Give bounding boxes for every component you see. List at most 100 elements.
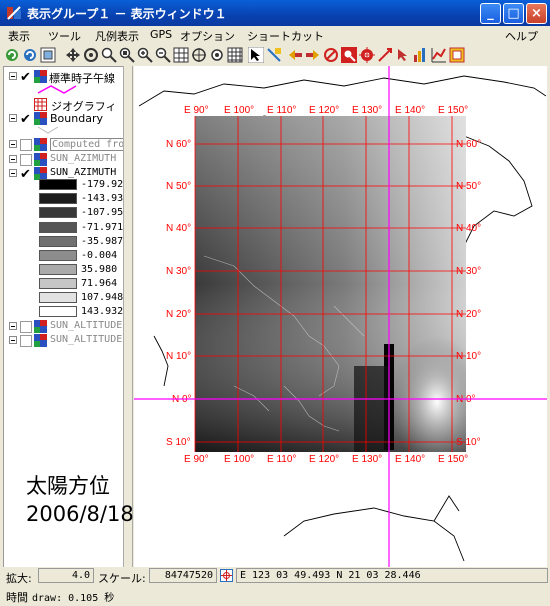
next-view-icon[interactable] <box>305 47 321 63</box>
overlay-datetime: 2006/8/18 <box>26 502 134 526</box>
check-icon[interactable]: ✔ <box>20 112 31 127</box>
zoom-out-icon[interactable] <box>155 47 171 63</box>
scale-value: 84747520 <box>149 568 217 583</box>
expand-icon[interactable] <box>9 140 17 148</box>
target-icon[interactable] <box>191 47 207 63</box>
geography-grid-icon <box>34 98 47 111</box>
layer-item[interactable]: Computed from <box>4 137 123 152</box>
coordinate-readout: E 123 03 49.493 N 21 03 28.446 <box>236 568 548 583</box>
pane-splitter[interactable] <box>123 66 133 567</box>
legend-value: -143.939 <box>81 193 124 204</box>
checkbox[interactable] <box>20 335 32 347</box>
lat-labels-left: N 60° N 50° N 40° N 30° N 20° N 10° N 0°… <box>166 139 192 448</box>
layer-name: SUN_ALTITUDE <box>50 334 123 345</box>
azimuth-raster <box>195 116 466 452</box>
lon-label: E 140° <box>395 105 425 116</box>
layer-item[interactable]: ✔ Boundary <box>4 111 123 127</box>
layer-item[interactable]: SUN_ALTITUDE <box>4 333 123 348</box>
menu-legend[interactable]: 凡例表示 <box>95 28 139 44</box>
menu-view[interactable]: 表示 <box>8 28 30 44</box>
find-icon[interactable] <box>341 47 357 63</box>
layer-name: SUN_ALTITUDE <box>50 320 123 331</box>
refresh-icon[interactable] <box>4 47 20 63</box>
legend-value: 143.932 <box>81 306 124 317</box>
zoom-window-icon[interactable] <box>119 47 135 63</box>
expand-icon[interactable] <box>9 114 17 122</box>
layer-raster-icon <box>34 153 47 166</box>
layer-name: SUN_AZIMUTH <box>50 153 117 164</box>
checkbox[interactable] <box>20 321 32 333</box>
lat-label: N 60° <box>166 139 191 150</box>
close-button[interactable]: × <box>526 3 547 24</box>
menu-tools[interactable]: ツール <box>48 28 81 44</box>
menu-shortcut[interactable]: ショートカット <box>247 28 324 44</box>
grid-fine-icon[interactable] <box>227 47 243 63</box>
check-icon[interactable]: ✔ <box>20 70 31 85</box>
layer-item[interactable]: SUN_AZIMUTH <box>4 152 123 167</box>
minimize-button[interactable]: _ <box>480 3 501 24</box>
legend-swatch <box>39 306 77 317</box>
frame-icon[interactable] <box>449 47 465 63</box>
pointer-icon[interactable] <box>395 47 411 63</box>
checkbox[interactable] <box>20 154 32 166</box>
grid-icon[interactable] <box>173 47 189 63</box>
pan-center-icon[interactable] <box>83 47 99 63</box>
lon-label: E 130° <box>352 105 382 116</box>
legend-swatch <box>39 222 77 233</box>
check-icon[interactable]: ✔ <box>20 167 31 182</box>
legend-swatch <box>39 207 77 218</box>
line-style-icon <box>37 85 77 94</box>
layer-raster-icon <box>34 334 47 347</box>
pan-icon[interactable] <box>65 47 81 63</box>
lon-label: E 110° <box>267 454 296 465</box>
lon-label: E 90° <box>184 454 209 465</box>
select-arrow-icon[interactable] <box>248 47 264 63</box>
gps-target-icon[interactable] <box>220 569 233 582</box>
map-view[interactable]: E 90° E 100° E 110° E 120° E 130° E 140°… <box>134 66 547 567</box>
lat-label: N 20° <box>456 309 481 320</box>
expand-icon[interactable] <box>9 169 17 177</box>
expand-icon[interactable] <box>9 336 17 344</box>
title-bar[interactable]: 表示グループ１ － 表示ウィンドウ１ _ □ × <box>0 0 550 26</box>
zoom-label: 拡大: <box>6 572 32 585</box>
legend-swatch <box>39 250 77 261</box>
layer-item[interactable]: ✔ 標準時子午線 <box>4 69 123 85</box>
lon-labels-top: E 90° E 100° E 110° E 120° E 130° E 140°… <box>184 105 468 116</box>
lon-label: E 110° <box>267 105 296 116</box>
checkbox[interactable] <box>20 139 32 151</box>
expand-icon[interactable] <box>9 322 17 330</box>
menu-help[interactable]: ヘルプ <box>505 28 538 44</box>
zoom-in-icon[interactable] <box>137 47 153 63</box>
layer-raster-icon <box>34 70 47 83</box>
stop-icon[interactable] <box>323 47 339 63</box>
lat-label: N 10° <box>166 351 191 362</box>
layer-item[interactable]: SUN_ALTITUDE <box>4 319 123 334</box>
maximize-button[interactable]: □ <box>503 3 524 24</box>
full-extent-icon[interactable] <box>40 47 56 63</box>
menu-options[interactable]: オプション <box>180 28 235 44</box>
draw-line-icon[interactable] <box>377 47 393 63</box>
layer-item[interactable]: ジオグラフィ <box>4 97 123 113</box>
layer-raster-icon <box>34 138 47 151</box>
status-bar-draw: 時間 draw: 0.105 秒 <box>0 586 550 606</box>
expand-icon[interactable] <box>9 155 17 163</box>
legend-swatch <box>39 179 77 190</box>
gps-position-icon[interactable] <box>359 47 375 63</box>
measure-icon[interactable] <box>266 47 282 63</box>
expand-icon[interactable] <box>9 72 17 80</box>
menu-gps[interactable]: GPS <box>150 28 172 41</box>
prev-view-icon[interactable] <box>287 47 303 63</box>
layer-name: Boundary <box>50 112 103 125</box>
chart-icon[interactable] <box>431 47 447 63</box>
lat-label: N 40° <box>166 223 191 234</box>
profile-icon[interactable] <box>413 47 429 63</box>
zoom-extent-icon[interactable] <box>101 47 117 63</box>
layer-name: Computed from <box>50 138 123 151</box>
crosshair-icon[interactable] <box>209 47 225 63</box>
lon-label: E 120° <box>309 454 339 465</box>
map-canvas[interactable]: E 90° E 100° E 110° E 120° E 130° E 140°… <box>134 66 547 567</box>
redraw-icon[interactable] <box>22 47 38 63</box>
layer-raster-icon <box>34 320 47 333</box>
toolbar <box>0 45 550 67</box>
lon-label: E 140° <box>395 454 425 465</box>
